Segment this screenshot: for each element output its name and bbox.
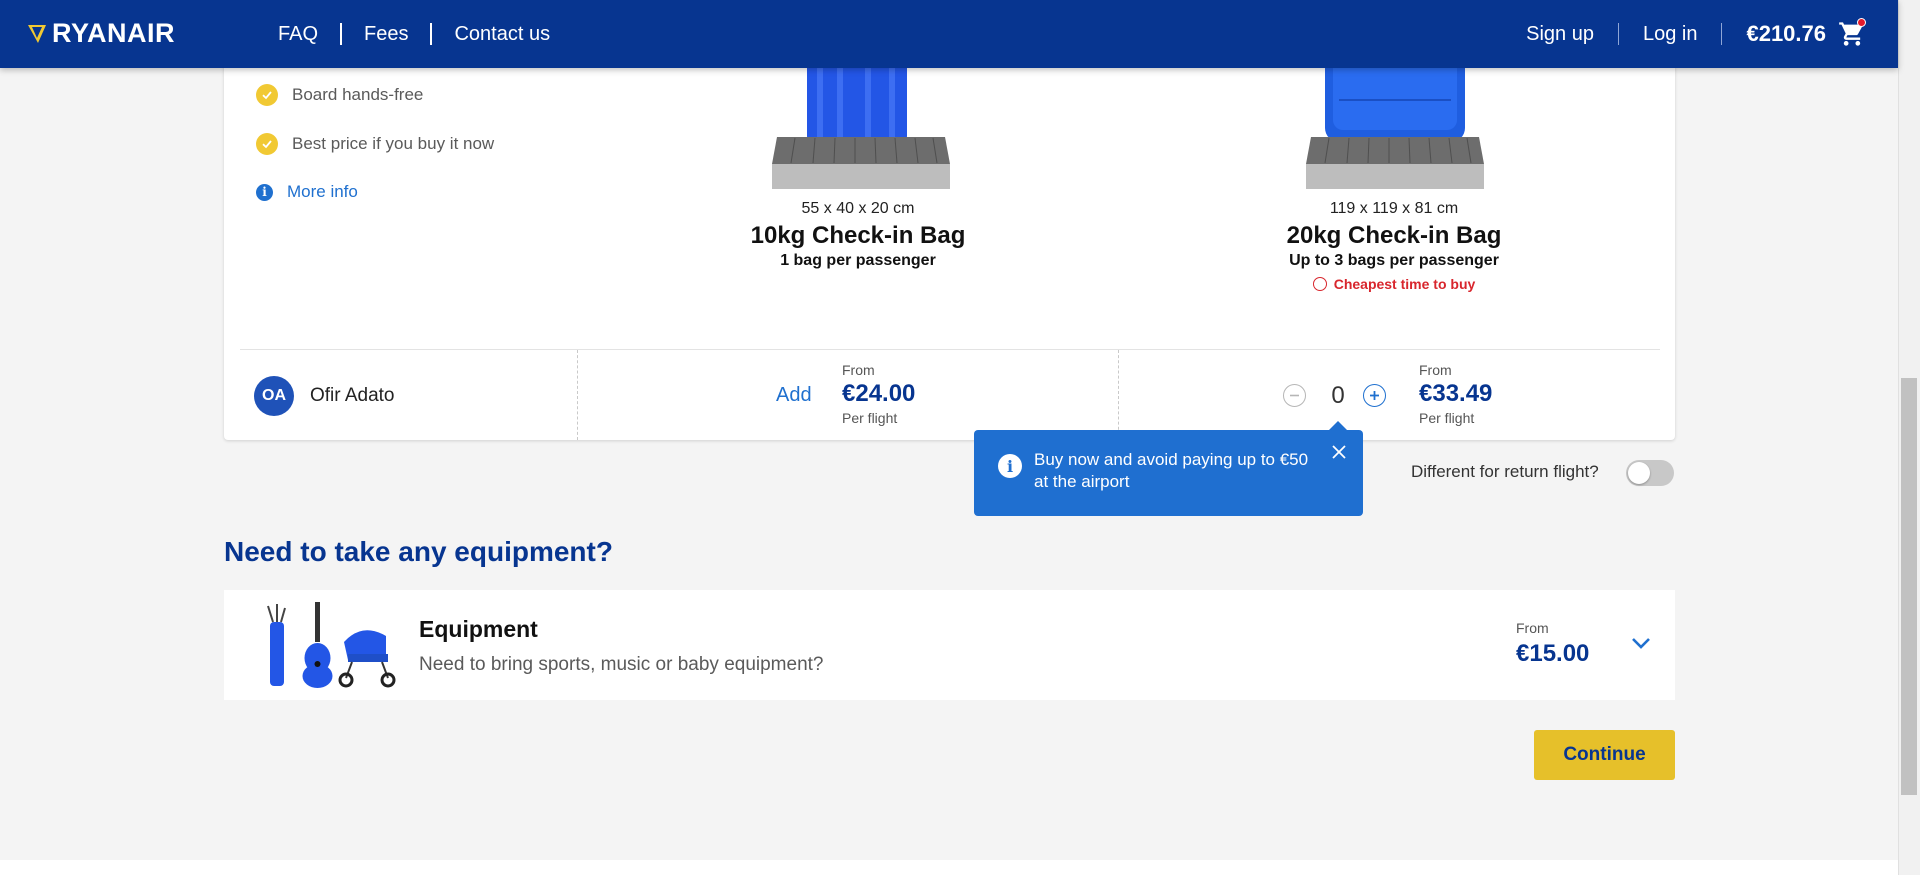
cart-notification-dot [1857, 18, 1866, 27]
bag-dimensions: 119 x 119 x 81 cm [1329, 200, 1459, 217]
price-amount: €24.00 [842, 380, 916, 407]
price-per-label: Per flight [1419, 410, 1475, 426]
nav-contact-us[interactable]: Contact us [454, 23, 550, 46]
nav-divider [1721, 23, 1723, 45]
account-nav: Sign up Log in €210.76 [1526, 0, 1866, 68]
10kg-bag-price: From €24.00 Per flight [842, 362, 915, 426]
benefit-item: Best price if you buy it now [256, 133, 494, 155]
main-nav: FAQ Fees Contact us [278, 0, 550, 68]
passenger-avatar: OA [254, 376, 294, 416]
bag-options-card: Board hands-free Best price if you buy i… [224, 40, 1675, 440]
check-icon [256, 133, 278, 155]
nav-divider [1617, 23, 1619, 45]
log-in-link[interactable]: Log in [1643, 23, 1698, 46]
passenger-name: Ofir Adato [310, 385, 395, 406]
check-icon [256, 84, 278, 106]
nav-fees[interactable]: Fees [364, 23, 408, 46]
equipment-title: Equipment [419, 616, 538, 642]
info-icon: i [998, 454, 1022, 478]
benefit-item: Board hands-free [256, 84, 423, 106]
buy-now-tooltip: i Buy now and avoid paying up to €50 at … [974, 421, 1363, 516]
price-amount: €33.49 [1419, 380, 1493, 407]
price-from-label: From [1516, 620, 1549, 636]
price-amount: €15.00 [1516, 640, 1590, 667]
20kg-bag-quantity: 0 [1331, 382, 1345, 409]
column-divider [577, 350, 578, 440]
nav-faq[interactable]: FAQ [278, 23, 318, 46]
close-icon[interactable] [1331, 444, 1347, 465]
tooltip-arrow [1328, 421, 1348, 431]
ryanair-logo[interactable]: RYANAIR [26, 18, 175, 49]
toggle-knob [1628, 462, 1650, 484]
tooltip-text: Buy now and avoid paying up to €50 at th… [1034, 450, 1309, 491]
equipment-card[interactable]: Equipment Need to bring sports, music or… [224, 590, 1675, 700]
decrease-20kg-bag-button[interactable] [1283, 384, 1306, 407]
continue-button[interactable]: Continue [1534, 730, 1675, 780]
cheapest-time-label: Cheapest time to buy [1333, 276, 1476, 292]
minus-icon [1290, 394, 1299, 397]
benefit-label: Best price if you buy it now [292, 134, 495, 153]
plus-icon [1370, 391, 1379, 400]
sign-up-link[interactable]: Sign up [1526, 23, 1594, 46]
vertical-scrollbar[interactable] [1898, 0, 1920, 875]
page-footer-band [0, 860, 1898, 875]
nav-divider [430, 23, 433, 45]
equipment-section-title: Need to take any equipment? [224, 536, 613, 567]
equipment-image [267, 602, 396, 688]
add-10kg-bag-button[interactable]: Add [776, 384, 812, 407]
scrollbar-thumb[interactable] [1901, 378, 1917, 795]
20kg-bag-info: 119 x 119 x 81 cm 20kg Check-in Bag Up t… [1234, 200, 1554, 292]
chevron-down-icon[interactable] [1631, 636, 1651, 650]
return-flight-toggle[interactable] [1626, 460, 1674, 486]
bag-allowance: Up to 3 bags per passenger [1289, 252, 1499, 269]
cart-total[interactable]: €210.76 [1746, 21, 1826, 47]
nav-divider [340, 23, 343, 45]
bag-dimensions: 55 x 40 x 20 cm [801, 200, 915, 217]
bag-name: 10kg Check-in Bag [750, 222, 966, 249]
info-icon: i [256, 183, 273, 201]
column-divider [1118, 350, 1119, 440]
more-info-link[interactable]: i More info [256, 182, 358, 202]
10kg-bag-info: 55 x 40 x 20 cm 10kg Check-in Bag 1 bag … [698, 200, 1018, 270]
price-from-label: From [1419, 362, 1452, 378]
price-per-label: Per flight [842, 410, 898, 426]
cheapest-time-badge: Cheapest time to buy [1234, 276, 1554, 292]
benefit-label: Board hands-free [292, 85, 424, 104]
return-flight-toggle-label: Different for return flight? [1411, 462, 1599, 481]
top-navigation-bar: RYANAIR FAQ Fees Contact us Sign up Log … [0, 0, 1898, 68]
more-info-label: More info [287, 182, 358, 201]
clock-icon [1312, 277, 1327, 291]
harp-logo-icon [28, 24, 46, 43]
brand-name: RYANAIR [52, 18, 176, 48]
cart-icon[interactable] [1838, 18, 1866, 48]
increase-20kg-bag-button[interactable] [1363, 384, 1386, 407]
bag-allowance: 1 bag per passenger [780, 252, 936, 269]
equipment-price: From €15.00 [1516, 620, 1589, 668]
bag-name: 20kg Check-in Bag [1286, 222, 1502, 249]
row-divider [240, 349, 1660, 350]
20kg-bag-price: From €33.49 Per flight [1419, 362, 1492, 426]
price-from-label: From [842, 362, 875, 378]
equipment-description: Need to bring sports, music or baby equi… [419, 654, 824, 675]
